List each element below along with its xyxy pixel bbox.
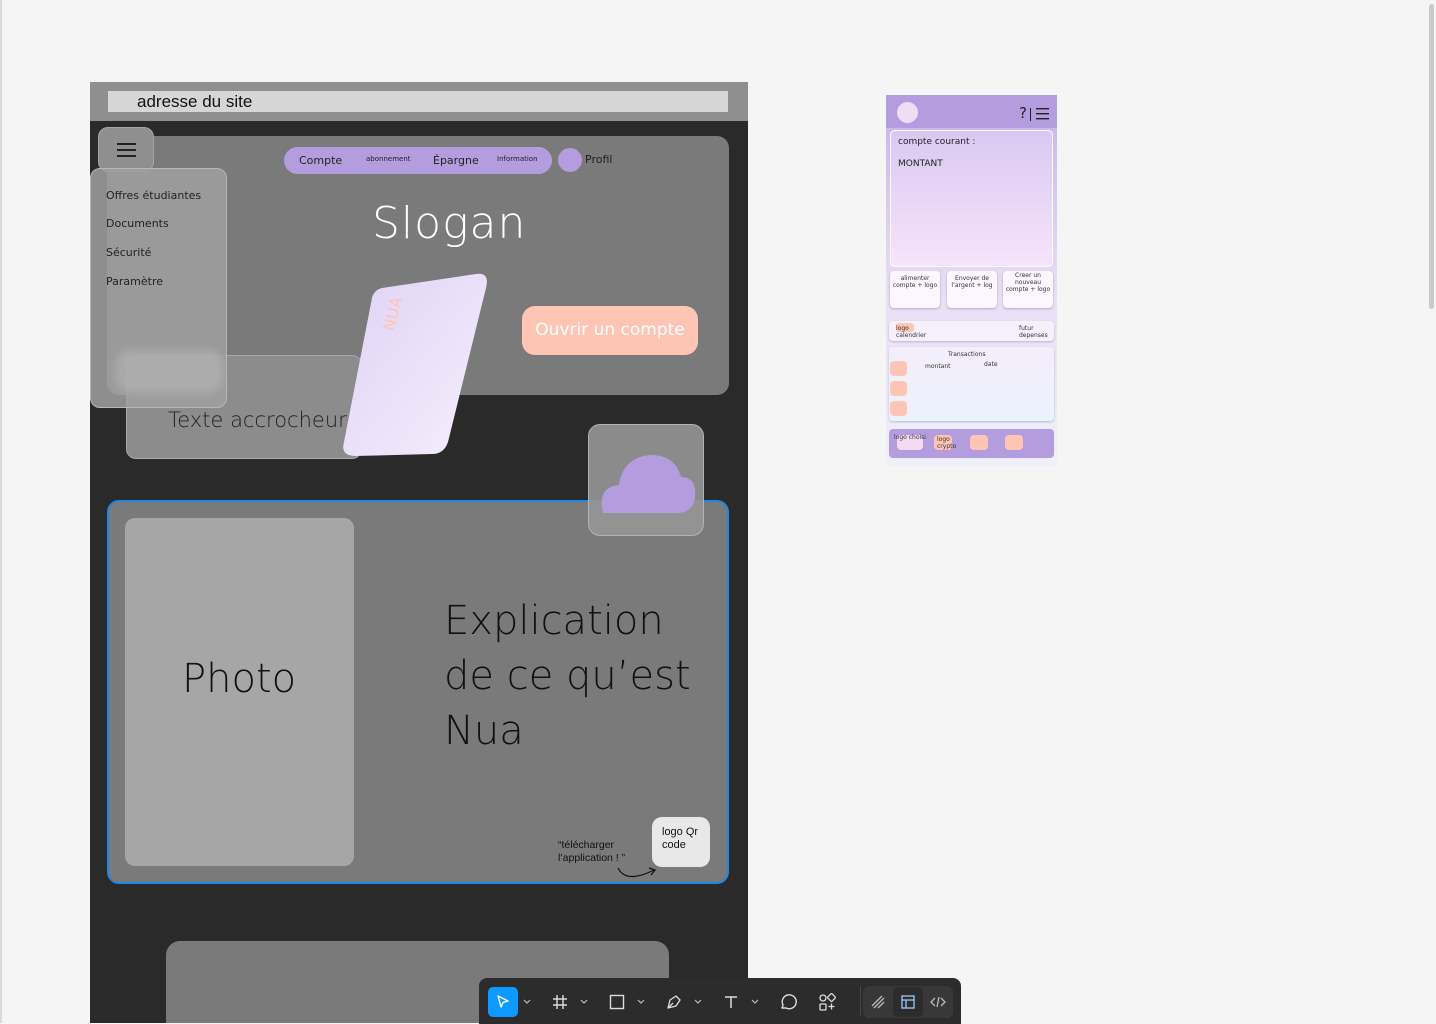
text-tool[interactable] xyxy=(716,987,746,1017)
comment-tool[interactable] xyxy=(773,987,803,1017)
new-account-button[interactable]: Creer un nouveau compte + logo xyxy=(1003,271,1053,308)
nav-item-information[interactable]: Information xyxy=(497,155,538,163)
menu-item-parametre[interactable]: Paramètre xyxy=(106,275,163,288)
header-divider xyxy=(1030,108,1031,121)
toolbar-divider xyxy=(860,986,861,1016)
future-expenses-label: futur depenses xyxy=(1019,325,1048,339)
profile-link[interactable]: Profil xyxy=(585,153,612,166)
frame-icon xyxy=(553,995,567,1009)
nav-label-selected: logo choisi xyxy=(894,434,926,441)
send-money-button[interactable]: Envoyer de l’argent + log xyxy=(947,271,997,308)
account-amount: MONTANT xyxy=(898,159,943,169)
move-icon xyxy=(497,995,509,1008)
nav-chip-4[interactable] xyxy=(1005,435,1023,450)
actions-tool[interactable] xyxy=(812,987,842,1017)
qr-code-placeholder[interactable]: logo Qr code xyxy=(652,817,710,867)
canvas-edge xyxy=(0,0,2,1023)
nav-item-epargne[interactable]: Épargne xyxy=(433,154,479,167)
top-up-button[interactable]: alimenter compte + logo xyxy=(890,271,940,308)
photo-label: Photo xyxy=(182,656,297,702)
address-bar[interactable]: adresse du site xyxy=(108,91,728,112)
mobile-avatar[interactable] xyxy=(897,102,918,123)
move-tool[interactable] xyxy=(488,987,518,1017)
scrollbar-thumb[interactable] xyxy=(1429,4,1434,309)
transaction-icon xyxy=(890,361,907,376)
nav-item-abonnement[interactable]: abonnement xyxy=(366,155,411,163)
calendar-logo-label: logo calendrier xyxy=(896,325,927,339)
design-mode-icon xyxy=(901,995,915,1009)
dev-mode-icon xyxy=(930,996,946,1008)
bank-card-illustration: NUA xyxy=(343,273,487,456)
menu-dropdown: Offres étudiantes Documents Sécurité Par… xyxy=(90,168,227,408)
account-label: compte courant : xyxy=(898,137,976,147)
calendar-row[interactable]: logo calendrier futur depenses xyxy=(889,321,1054,341)
mobile-bottom-nav: logo choisi logo crypto xyxy=(889,429,1054,458)
nav-chip-3[interactable] xyxy=(970,435,988,450)
dev-mode[interactable] xyxy=(923,987,953,1017)
profile-avatar[interactable] xyxy=(558,148,582,172)
draw-mode[interactable] xyxy=(863,987,893,1017)
nav-label-crypto: logo crypto xyxy=(937,436,957,450)
transaction-icon xyxy=(890,401,907,416)
hero-slogan: Slogan xyxy=(372,198,527,249)
column-amount: montant xyxy=(925,363,951,370)
chevron-down-icon[interactable] xyxy=(523,998,531,1006)
hamburger-icon[interactable] xyxy=(1036,108,1049,120)
mode-switcher xyxy=(863,986,953,1018)
frame-tool[interactable] xyxy=(545,987,575,1017)
blur-overlay xyxy=(115,349,223,393)
pen-tool[interactable] xyxy=(659,987,689,1017)
transactions-panel: Transactions montant date xyxy=(889,347,1054,421)
chevron-down-icon[interactable] xyxy=(751,998,759,1006)
pen-icon xyxy=(667,995,681,1009)
mobile-frame[interactable]: ? compte courant : MONTANT alimenter com… xyxy=(886,95,1057,466)
catchphrase-text: Texte accrocheur xyxy=(168,408,347,432)
text-icon xyxy=(725,996,737,1008)
browser-bar: adresse du site xyxy=(90,82,748,121)
actions-icon xyxy=(819,993,836,1011)
draw-mode-icon xyxy=(871,995,885,1009)
cloud-icon xyxy=(601,455,696,513)
desktop-frame[interactable]: adresse du site Compte abonnement Épargn… xyxy=(90,82,748,1023)
nav-item-compte[interactable]: Compte xyxy=(299,154,342,167)
help-icon[interactable]: ? xyxy=(1019,104,1027,122)
curved-arrow-icon xyxy=(617,867,657,878)
transaction-icon xyxy=(890,381,907,396)
vertical-scrollbar[interactable] xyxy=(1428,0,1436,1023)
menu-item-documents[interactable]: Documents xyxy=(106,217,169,230)
nua-explanation: Explication de ce qu’est Nua xyxy=(444,598,691,754)
transactions-title: Transactions xyxy=(948,351,986,358)
open-account-button[interactable]: Ouvrir un compte xyxy=(522,306,698,355)
design-mode[interactable] xyxy=(893,987,923,1017)
chevron-down-icon[interactable] xyxy=(694,998,702,1006)
menu-item-offres[interactable]: Offres étudiantes xyxy=(106,189,201,202)
menu-item-securite[interactable]: Sécurité xyxy=(106,246,151,259)
rectangle-icon xyxy=(609,994,625,1010)
chevron-down-icon[interactable] xyxy=(580,998,588,1006)
account-card[interactable]: compte courant : MONTANT xyxy=(890,130,1053,267)
column-date: date xyxy=(984,361,998,368)
menu-button[interactable] xyxy=(98,127,154,172)
chevron-down-icon[interactable] xyxy=(637,998,645,1006)
rectangle-tool[interactable] xyxy=(602,987,632,1017)
comment-icon xyxy=(781,994,797,1010)
cloud-tile xyxy=(588,424,704,536)
top-nav: Compte abonnement Épargne Information xyxy=(284,147,552,174)
design-toolbar xyxy=(479,978,961,1024)
